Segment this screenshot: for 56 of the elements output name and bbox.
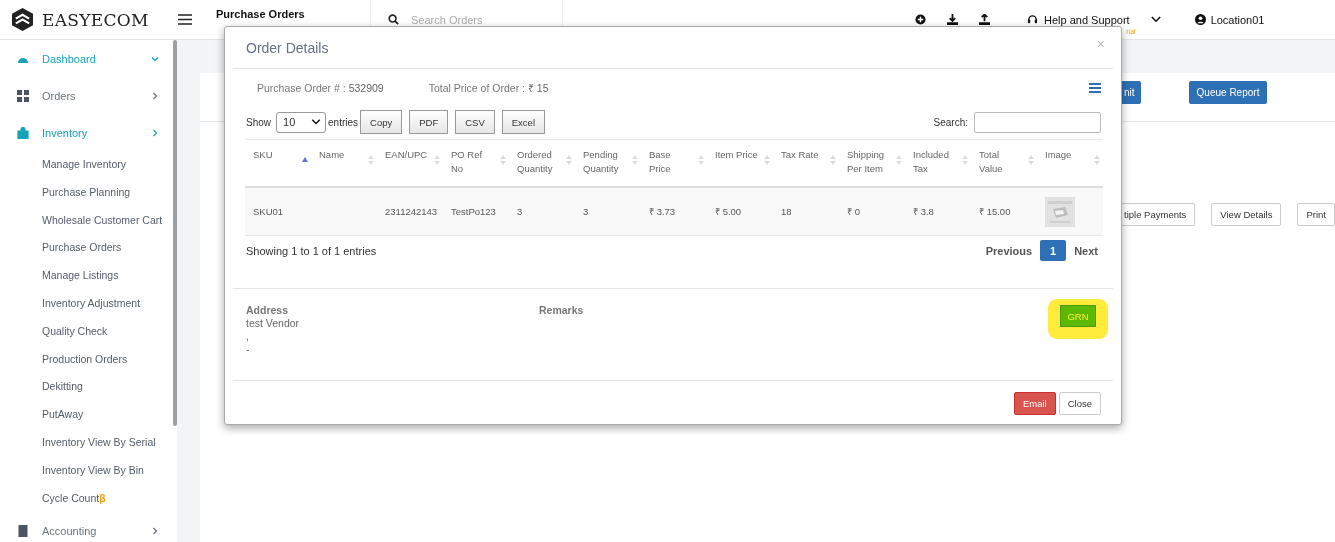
sidebar-subitem[interactable]: Cycle Countβ xyxy=(0,484,178,513)
table-cell: ₹ 3.73 xyxy=(649,206,676,217)
address-line: test Vendor xyxy=(246,317,301,330)
brand-name: EASYECOM xyxy=(42,9,149,30)
table-cell: 3 xyxy=(517,206,523,217)
address-line: , xyxy=(246,330,250,343)
dialog-button[interactable]: Close xyxy=(1058,392,1101,415)
search-label: Search: xyxy=(933,116,968,128)
table-cell: ₹ 5.00 xyxy=(715,206,742,217)
action-button[interactable]: Queue Report xyxy=(1188,81,1268,104)
entries-info: Showing 1 to 1 of 1 entries xyxy=(246,244,377,257)
sidebar-subitem[interactable]: Inventory View By Serial xyxy=(0,428,178,457)
page-title: Purchase Orders xyxy=(216,7,305,20)
show-label: Show xyxy=(246,116,271,128)
location-menu[interactable]: Location01 xyxy=(1210,13,1265,26)
sidebar-subitem[interactable]: Manage Listings xyxy=(0,262,178,290)
po-number: Purchase Order # : 532909 xyxy=(257,82,384,94)
table-cell: TestPo123 xyxy=(451,206,496,217)
sidebar-subitem[interactable]: Quality Check xyxy=(0,317,178,346)
sidebar-subitem[interactable]: Inventory View By Bin xyxy=(0,456,178,485)
address-line: - xyxy=(246,343,251,356)
pagination-button[interactable]: Previous xyxy=(982,242,1036,259)
sidebar-subitem[interactable]: Inventory Adjustment xyxy=(0,290,178,318)
help-link[interactable]: Help and Support xyxy=(1044,13,1130,26)
address-label: Address xyxy=(246,304,289,317)
sidebar-subitem[interactable]: Manage Inventory xyxy=(0,151,178,179)
export-button[interactable]: Excel xyxy=(501,110,545,134)
row-action-button[interactable]: tiple Payments xyxy=(1121,203,1196,226)
table-cell: SKU01 xyxy=(253,206,284,217)
table-cell: 2311242143 xyxy=(385,206,438,217)
dialog-title: Order Details xyxy=(246,39,329,56)
export-button[interactable]: PDF xyxy=(409,110,449,134)
sidebar-subitem[interactable]: Purchase Planning xyxy=(0,178,178,207)
export-button[interactable]: CSV xyxy=(455,110,495,134)
order-total: Total Price of Order : ₹ 15 xyxy=(428,81,549,95)
table-cell: ₹ 3.8 xyxy=(913,206,934,217)
table-cell: ₹ 15.00 xyxy=(979,206,1011,217)
export-button[interactable]: Copy xyxy=(360,110,403,134)
sidebar-subitem[interactable]: PutAway xyxy=(0,401,178,429)
table-cell: 18 xyxy=(781,206,792,217)
dialog-button[interactable]: Email xyxy=(1013,392,1056,415)
sidebar-subitem[interactable]: Wholesale Customer Cart xyxy=(0,206,178,235)
remarks-label: Remarks xyxy=(539,304,584,316)
entries-label: entries xyxy=(328,116,359,128)
table-cell: 3 xyxy=(583,206,589,217)
table-cell: ₹ 0 xyxy=(847,206,860,217)
sidebar-subitem[interactable]: Production Orders xyxy=(0,345,178,374)
pagination-button[interactable]: Next xyxy=(1071,242,1101,259)
row-action-button[interactable]: Print xyxy=(1297,203,1335,226)
page-size-select[interactable]: 10 xyxy=(276,111,326,133)
row-action-button[interactable]: View Details xyxy=(1211,203,1282,226)
sidebar-subitem[interactable]: Dekitting xyxy=(0,373,178,402)
pagination-button[interactable]: 1 xyxy=(1040,240,1067,261)
sidebar-item[interactable]: Orders xyxy=(0,77,178,114)
sidebar-subitem[interactable]: Purchase Orders xyxy=(0,234,178,263)
sidebar-item[interactable]: Accounting xyxy=(0,512,178,542)
